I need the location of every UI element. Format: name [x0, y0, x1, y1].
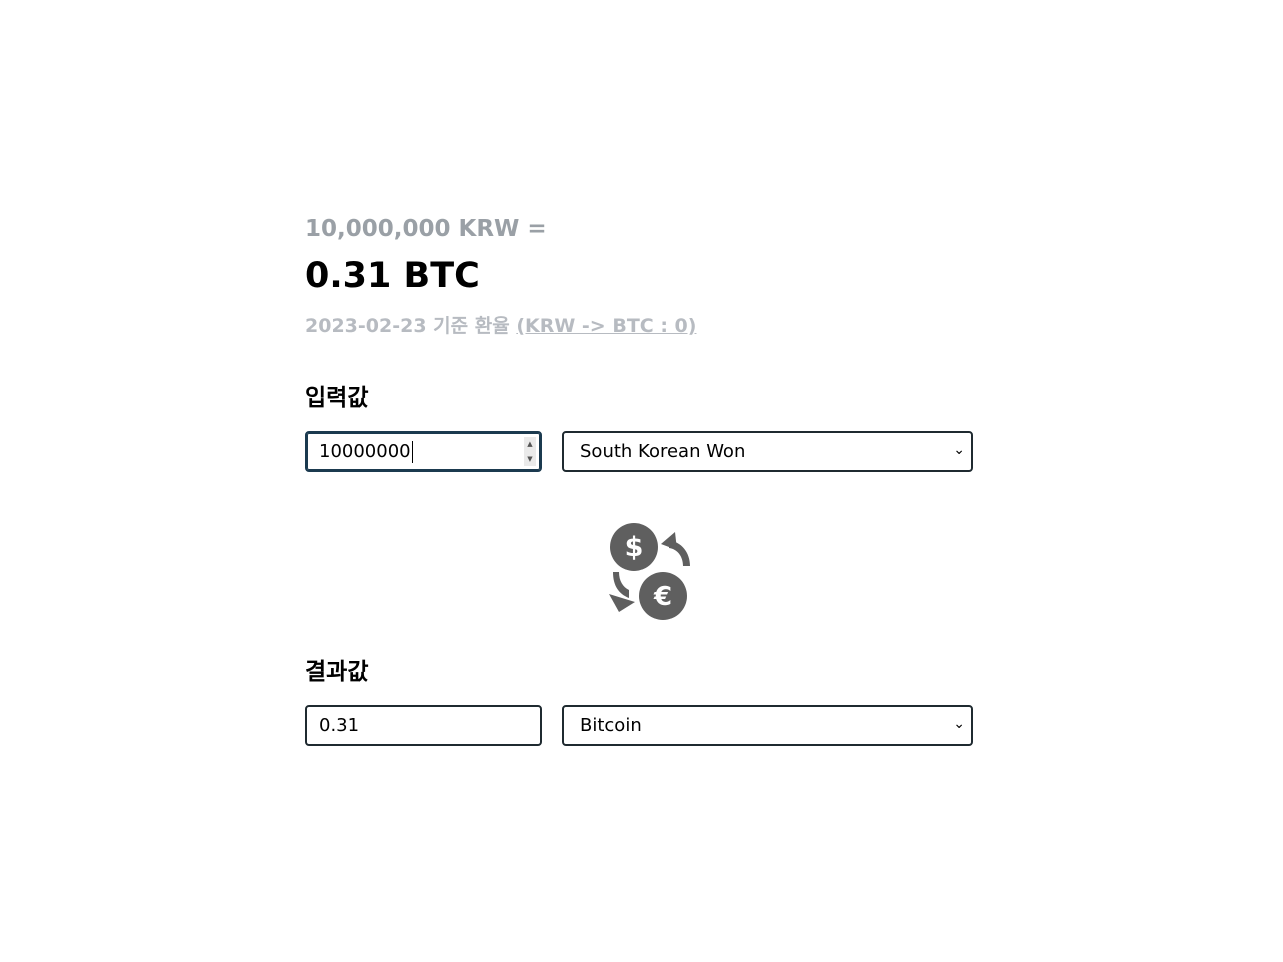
- spinner-up-icon[interactable]: ▲: [527, 440, 532, 448]
- conversion-summary: 10,000,000 KRW = 0.31 BTC 2023-02-23 기준 …: [305, 212, 696, 340]
- svg-text:$: $: [625, 532, 644, 563]
- rate-date-text: 2023-02-23 기준 환율: [305, 315, 510, 337]
- result-section-label: 결과값: [305, 659, 369, 685]
- result-amount-value: 0.31: [319, 715, 360, 736]
- svg-text:€: €: [653, 582, 672, 612]
- input-amount-value: 10000000: [319, 441, 411, 462]
- input-currency-select[interactable]: South Korean Won ⌄: [562, 431, 973, 472]
- result-currency-select[interactable]: Bitcoin ⌄: [562, 705, 973, 746]
- chevron-down-icon: ⌄: [953, 716, 965, 732]
- converted-amount-text: 0.31 BTC: [305, 256, 480, 296]
- result-currency-value: Bitcoin: [580, 715, 642, 736]
- chevron-down-icon: ⌄: [953, 442, 965, 458]
- input-section-label: 입력값: [305, 385, 369, 411]
- rate-detail-link[interactable]: (KRW -> BTC : 0): [516, 315, 696, 337]
- number-spinner[interactable]: ▲ ▼: [524, 437, 536, 466]
- converter-page: 10,000,000 KRW = 0.31 BTC 2023-02-23 기준 …: [0, 0, 1283, 962]
- currency-exchange-icon[interactable]: $ €: [605, 520, 695, 624]
- exchange-rate-line: 2023-02-23 기준 환율 (KRW -> BTC : 0): [305, 312, 696, 340]
- input-amount-field[interactable]: 10000000 ▲ ▼: [305, 431, 542, 472]
- text-caret: [411, 440, 413, 463]
- spinner-down-icon[interactable]: ▼: [527, 455, 532, 463]
- result-amount-field[interactable]: 0.31: [305, 705, 542, 746]
- source-amount-text: 10,000,000 KRW =: [305, 216, 547, 242]
- input-currency-value: South Korean Won: [580, 441, 746, 462]
